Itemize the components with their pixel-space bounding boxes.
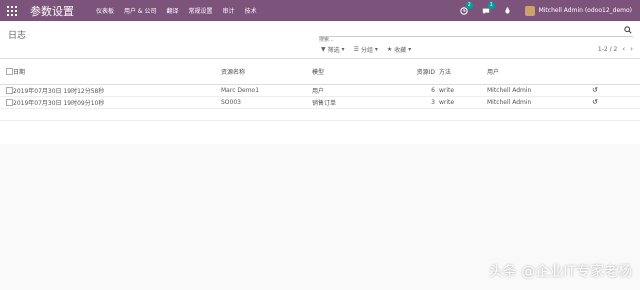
app-title: 参数设置 [30,4,74,18]
column-header-model[interactable]: 模型 [312,59,402,85]
revert-icon[interactable]: ↺ [592,98,598,106]
control-panel: 日志 ▼ 筛选 ▾ ☰ 分组 ▾ ★ 收藏 ▾ 1-2 / 2 ‹ › [0,21,640,59]
messages-button[interactable]: 1 [482,1,495,15]
cell-user: Mitchell Admin [487,84,592,97]
cell-resource-name: Marc Demo1 [221,84,312,97]
watermark: 头条 @企业IT专家老杨 [488,264,632,280]
systray: 2 1 Mitchell Admin (odoo12_demo) [459,0,640,21]
activity-button[interactable]: 2 [459,1,473,15]
row-checkbox[interactable] [6,98,13,106]
avatar [524,5,535,16]
caret-down-icon: ▾ [372,46,378,53]
row-checkbox[interactable] [6,86,13,94]
column-header-date[interactable]: 日期 [13,59,221,85]
pager: 1-2 / 2 ‹ › [598,45,633,53]
table-row[interactable]: 2019年07月30日 19时12分58秒 Marc Demo1 用户 6 wr… [0,84,640,97]
pager-value[interactable]: 1-2 / 2 [598,46,617,53]
menu-technical[interactable]: 技术 [245,6,257,15]
caret-down-icon: ▾ [406,46,412,53]
caret-down-icon: ▾ [339,46,345,53]
filter-button[interactable]: ▼ 筛选 ▾ [321,45,345,54]
menu-dashboard[interactable]: 仪表板 [96,6,114,15]
cell-user: Mitchell Admin [487,96,592,109]
select-all-checkbox[interactable] [6,67,13,75]
cell-date: 2019年07月30日 19时12分58秒 [13,84,221,97]
list-view: 日期 资源名称 模型 资源ID 方法 用户 2019年07月30日 19时12分… [0,59,640,144]
favorites-label: 收藏 [394,47,407,54]
column-header-method[interactable]: 方法 [439,59,487,85]
cell-model: 用户 [312,84,402,97]
menu-audit[interactable]: 审计 [223,6,235,15]
column-header-resource-id[interactable]: 资源ID [402,59,439,85]
cell-date: 2019年07月30日 19时09分10秒 [13,96,221,109]
menu-translations[interactable]: 翻译 [167,6,179,15]
group-icon: ☰ [353,46,359,53]
log-table: 日期 资源名称 模型 资源ID 方法 用户 2019年07月30日 19时12分… [0,59,640,121]
menu-general-settings[interactable]: 常规设置 [189,6,213,15]
group-by-label: 分组 [360,47,373,54]
search-options: ▼ 筛选 ▾ ☰ 分组 ▾ ★ 收藏 ▾ [321,45,420,54]
table-header-row: 日期 资源名称 模型 资源ID 方法 用户 [0,59,640,85]
chevron-left-icon[interactable]: ‹ [622,45,625,53]
cell-method: write [439,96,487,109]
activity-count-badge: 2 [465,1,473,9]
search-icon[interactable] [624,26,632,34]
search-input[interactable] [319,35,614,45]
favorites-button[interactable]: ★ 收藏 ▾ [387,45,411,54]
search-box [319,26,633,45]
group-by-button[interactable]: ☰ 分组 ▾ [354,45,378,54]
debug-button[interactable] [504,7,511,14]
bug-icon [504,7,510,14]
filter-label: 筛选 [327,47,340,54]
message-count-badge: 1 [487,1,495,9]
cell-model: 销售订单 [312,96,402,109]
column-header-resource-name[interactable]: 资源名称 [221,59,312,85]
menu-users-companies[interactable]: 用户 & 公司 [124,6,157,15]
column-header-user[interactable]: 用户 [487,59,592,85]
revert-icon[interactable]: ↺ [592,86,598,94]
apps-menu-icon[interactable] [7,5,17,16]
cell-resource-id: 3 [402,96,439,109]
star-icon: ★ [386,46,393,53]
cell-method: write [439,84,487,97]
top-navbar: 参数设置 仪表板 用户 & 公司 翻译 常规设置 审计 技术 2 1 Mitch… [0,0,640,21]
main-menu: 仪表板 用户 & 公司 翻译 常规设置 审计 技术 [96,6,267,15]
user-menu[interactable]: Mitchell Admin (odoo12_demo) [524,5,632,16]
filter-icon: ▼ [321,46,326,53]
empty-row [0,108,640,121]
chevron-right-icon[interactable]: › [630,45,633,53]
cell-resource-id: 6 [402,84,439,97]
user-name: Mitchell Admin (odoo12_demo) [538,7,632,14]
table-row[interactable]: 2019年07月30日 19时09分10秒 SO003 销售订单 3 write… [0,96,640,109]
cell-resource-name: SO003 [221,96,312,109]
breadcrumb: 日志 [8,31,27,41]
